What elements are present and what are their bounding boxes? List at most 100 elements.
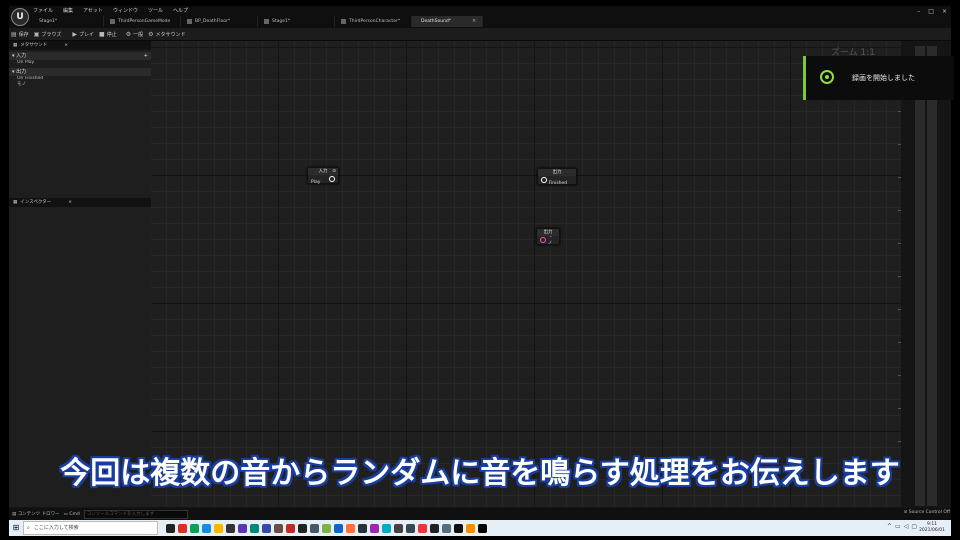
- taskbar-clock[interactable]: 9:11 2021/06/01: [919, 522, 945, 534]
- taskbar-app-icon[interactable]: [382, 523, 391, 533]
- windows-start-icon[interactable]: ⊞: [9, 520, 23, 536]
- cmd-label: Cmd: [69, 511, 80, 517]
- taskbar-app-icon[interactable]: [406, 523, 415, 533]
- add-input-icon[interactable]: +: [144, 52, 148, 60]
- trigger-pin-icon[interactable]: [329, 176, 335, 182]
- ruler-tick: [898, 342, 901, 343]
- inputs-header-label: 入力: [16, 53, 27, 59]
- tab-character[interactable]: ThirdPersonCharacter*: [335, 16, 412, 27]
- play-button[interactable]: ▶ プレイ: [72, 31, 94, 38]
- stop-button[interactable]: ■ 停止: [99, 31, 117, 38]
- menu-asset[interactable]: アセット: [83, 7, 103, 14]
- taskbar-app-icon[interactable]: [370, 523, 379, 533]
- taskbar-search-box[interactable]: ⌕ ここに入力して検索: [23, 521, 158, 535]
- taskbar-app-icon[interactable]: [358, 523, 367, 533]
- close-button[interactable]: ×: [942, 8, 947, 15]
- inputs-section-header[interactable]: ▾ 入力 +: [9, 52, 151, 60]
- folder-icon: ▣: [33, 30, 40, 38]
- play-icon: ▶: [72, 30, 77, 38]
- taskbar-app-icon[interactable]: [202, 523, 211, 533]
- taskbar-app-icon[interactable]: [250, 523, 259, 533]
- taskbar-app-icon[interactable]: [466, 523, 475, 533]
- chevron-up-icon[interactable]: ^: [887, 523, 892, 530]
- save-button[interactable]: ▤ 保存: [11, 31, 29, 38]
- unreal-logo-icon[interactable]: U: [11, 8, 29, 26]
- gear-icon: ⚙: [148, 30, 154, 38]
- menu-bar: ファイル 編集 アセット ウィンドウ ツール ヘルプ: [33, 7, 188, 14]
- input-item[interactable]: On Play: [9, 60, 151, 66]
- taskbar-app-icon[interactable]: [298, 523, 307, 533]
- notification-icon[interactable]: ▢: [911, 523, 917, 530]
- meter-bar-left: [915, 46, 925, 506]
- windows-taskbar: ⊞ ⌕ ここに入力して検索 ^ ▭ ◁ ▢ 9:11 2021/06/01: [9, 520, 951, 536]
- search-icon: ⌕: [27, 525, 30, 531]
- browse-button[interactable]: ▣ ブラウズ: [34, 31, 62, 38]
- tab-gamemode[interactable]: ThirdPersonGameMode: [104, 16, 181, 27]
- taskbar-app-icon[interactable]: [214, 523, 223, 533]
- taskbar-app-icon[interactable]: [166, 523, 175, 533]
- taskbar-app-icon[interactable]: [334, 523, 343, 533]
- menu-edit[interactable]: 編集: [63, 7, 73, 14]
- close-icon[interactable]: ×: [68, 198, 72, 207]
- taskbar-app-icon[interactable]: [478, 523, 487, 533]
- browse-label: ブラウズ: [41, 31, 62, 38]
- taskbar-app-icon[interactable]: [442, 523, 451, 533]
- taskbar-app-icon[interactable]: [262, 523, 271, 533]
- tab-deathfloor[interactable]: BP_DeathFloor*: [181, 16, 258, 27]
- play-label: プレイ: [79, 31, 95, 38]
- inspector-tab[interactable]: ▦ インスペクター ×: [9, 198, 151, 207]
- output-item[interactable]: モノ: [9, 82, 151, 88]
- close-icon[interactable]: ×: [64, 41, 68, 50]
- tab-stage1-level[interactable]: Stage1*: [258, 16, 335, 27]
- taskbar-app-icon[interactable]: [322, 523, 331, 533]
- taskbar-app-icon[interactable]: [274, 523, 283, 533]
- content-drawer-button[interactable]: ▤ コンテンツ ドロワー: [12, 511, 60, 517]
- tab-deathsound[interactable]: DeathSound* ×: [412, 16, 483, 27]
- cmd-button[interactable]: ▭ Cmd: [64, 512, 80, 517]
- taskbar-app-icon[interactable]: [454, 523, 463, 533]
- taskbar-app-icon[interactable]: [286, 523, 295, 533]
- close-tab-icon[interactable]: ×: [472, 16, 476, 27]
- blueprint-icon: [110, 19, 115, 24]
- tab-label: ThirdPersonGameMode: [118, 19, 171, 24]
- stop-icon: ■: [99, 30, 105, 38]
- taskbar-app-icon[interactable]: [190, 523, 199, 533]
- taskbar-app-icon[interactable]: [310, 523, 319, 533]
- panel-icon: ▦: [13, 200, 18, 205]
- graph-canvas[interactable]: ズーム 1:1 入力 ⊙ On Play 出力 On Finished 出力 モ…: [151, 41, 901, 507]
- taskbar-app-icon[interactable]: [430, 523, 439, 533]
- menu-file[interactable]: ファイル: [33, 7, 53, 14]
- console-command-input[interactable]: コンソールコマンドを入力します: [83, 509, 188, 519]
- trigger-pin-icon[interactable]: [541, 177, 547, 183]
- output-node-mono[interactable]: 出力 モノ: [536, 228, 560, 246]
- ruler-tick: [898, 408, 901, 409]
- minimize-button[interactable]: –: [917, 8, 920, 15]
- node-title: 出力: [538, 169, 576, 176]
- taskbar-app-icon[interactable]: [394, 523, 403, 533]
- general-label: 一般: [133, 31, 144, 38]
- network-icon[interactable]: ▭: [895, 523, 901, 530]
- tab-stage1[interactable]: Stage1*: [33, 16, 104, 27]
- taskbar-app-icon[interactable]: [418, 523, 427, 533]
- output-node-finished[interactable]: 出力 On Finished: [537, 168, 577, 186]
- general-button[interactable]: ⚙ 一般: [126, 31, 143, 38]
- menu-help[interactable]: ヘルプ: [173, 7, 188, 14]
- window-controls: – □ ×: [917, 8, 947, 15]
- audio-pin-icon[interactable]: [540, 237, 546, 243]
- metasound-settings-button[interactable]: ⚙ メタサウンド: [148, 31, 185, 38]
- taskbar-app-icon[interactable]: [226, 523, 235, 533]
- taskbar-app-icon[interactable]: [346, 523, 355, 533]
- menu-window[interactable]: ウィンドウ: [113, 7, 138, 14]
- volume-icon[interactable]: ◁: [904, 523, 909, 530]
- tab-label: DeathSound*: [421, 19, 452, 24]
- input-node[interactable]: 入力 ⊙ On Play: [307, 167, 339, 185]
- maximize-button[interactable]: □: [928, 8, 934, 15]
- settings-icon: ⊙: [332, 169, 336, 174]
- source-control-status[interactable]: ⊘ Source Control Off: [904, 510, 950, 515]
- taskbar-app-icon[interactable]: [238, 523, 247, 533]
- menu-tools[interactable]: ツール: [148, 7, 163, 14]
- metasound-panel-tab[interactable]: ▦ メタサウンド ×: [9, 41, 151, 50]
- panel-icon: ▦: [13, 43, 18, 48]
- outputs-section-header[interactable]: ▾ 出力: [9, 68, 151, 76]
- taskbar-app-icon[interactable]: [178, 523, 187, 533]
